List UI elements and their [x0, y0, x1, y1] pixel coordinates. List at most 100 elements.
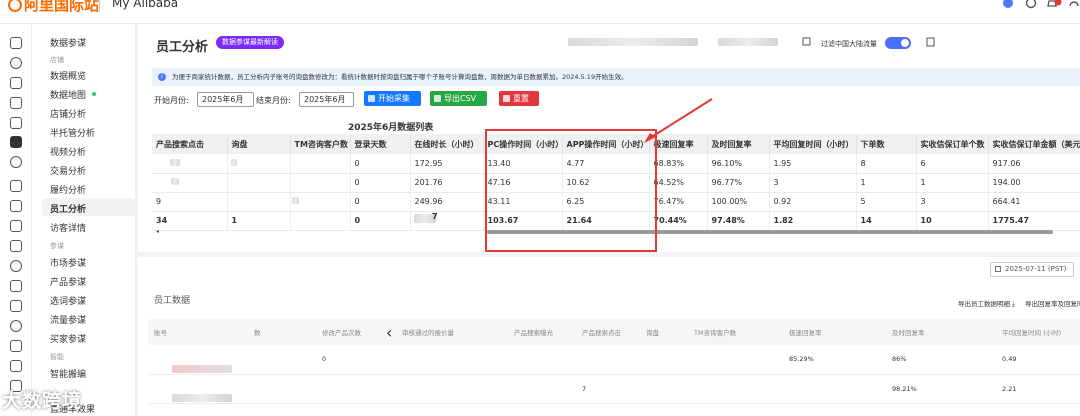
home-icon[interactable]	[10, 37, 22, 49]
finance-icon[interactable]	[10, 300, 22, 312]
menu-item-employee[interactable]: 员工分析	[50, 202, 86, 215]
column-header[interactable]: 数	[248, 319, 316, 345]
column-header[interactable]: TM咨询客户数	[688, 319, 783, 345]
edit-icon[interactable]	[802, 37, 811, 46]
column-header[interactable]: 产品搜索点击	[576, 319, 640, 345]
table-cell: 1	[856, 173, 917, 193]
star-icon[interactable]	[10, 57, 22, 69]
column-header[interactable]: 询盘	[640, 319, 688, 345]
network-icon[interactable]	[10, 260, 22, 272]
column-header[interactable]: 实收信保订单个数	[916, 134, 989, 154]
column-header[interactable]: 产品搜索曝光	[508, 319, 576, 345]
export-detail-link[interactable]: 导出员工数据明细 ⤓	[958, 298, 1015, 309]
filter-toggle[interactable]	[885, 37, 911, 49]
table-cell: 86%	[886, 345, 996, 375]
table-cell: 6	[916, 154, 989, 174]
column-header[interactable]: 产品搜索点击	[152, 134, 228, 154]
alibaba-logo[interactable]: 阿里国际站	[8, 0, 99, 15]
table-cell	[396, 345, 508, 375]
data-chart-icon[interactable]	[10, 136, 22, 148]
column-header[interactable]: 登录天数	[350, 134, 411, 154]
media-icon[interactable]	[10, 180, 22, 192]
button-label: 开始采集	[378, 94, 410, 103]
headset-icon[interactable]	[1068, 0, 1080, 10]
promo-badge[interactable]: 数据参谋最新解读	[216, 36, 284, 49]
menu-item-buyer[interactable]: 买家参谋	[50, 332, 86, 345]
document-icon[interactable]	[926, 37, 935, 47]
column-header[interactable]: 账号	[148, 319, 248, 345]
start-month-select[interactable]: 2025年6月	[197, 92, 254, 107]
table-cell: 917.06	[988, 154, 1080, 174]
calendar-icon[interactable]	[10, 97, 22, 109]
redacted-account	[172, 365, 232, 373]
date-range-text: 2025-07-11 (PST)	[1005, 265, 1067, 273]
column-header[interactable]: 极速回复率	[783, 319, 886, 345]
column-header[interactable]: 及时回复率	[707, 134, 770, 154]
table-cell	[640, 345, 688, 375]
menu-item-trade[interactable]: 交易分析	[50, 164, 86, 177]
menu-item-data-advisor[interactable]: 数据参谋	[50, 36, 86, 49]
order-icon[interactable]	[10, 220, 22, 232]
menu-item-data-map[interactable]: 数据地图	[50, 88, 97, 101]
start-collect-button[interactable]: 开始采集	[364, 91, 421, 106]
table-body: 0 85.29% 86% 0.49 7 98.21% 2.21	[148, 345, 1080, 404]
menu-item-keyword[interactable]: 选词参谋	[50, 294, 86, 307]
employee-data-panel: 2025-07-11 (PST) 员工数据 导出员工数据明细 ⤓ 导出回复率及回…	[138, 257, 1080, 416]
globe-icon[interactable]	[1002, 0, 1014, 10]
section-title[interactable]: My Alibaba	[112, 0, 178, 10]
menu-item-smart-edit[interactable]: 智能搬编	[50, 367, 86, 380]
menu-item-store-analysis[interactable]: 店铺分析	[50, 107, 86, 120]
calendar-icon	[995, 266, 1001, 272]
table-cell	[248, 374, 316, 404]
date-range-picker[interactable]: 2025-07-11 (PST)	[990, 262, 1074, 277]
export-rate-link[interactable]: 导出回复率及回复时间明细	[1025, 298, 1080, 308]
help-icon[interactable]	[1025, 0, 1037, 10]
store-icon[interactable]	[10, 77, 22, 89]
column-header[interactable]: 及时回复率	[886, 319, 996, 345]
logistics-icon[interactable]	[10, 280, 22, 292]
menu-item-market[interactable]: 市场参谋	[50, 256, 86, 269]
table-cell: 70.44%	[649, 211, 708, 231]
table-cell: 7	[576, 374, 640, 404]
column-header[interactable]: 平均回复时间 (小时)	[996, 319, 1080, 345]
sidebar-menu: 数据参谋 店铺 数据概览 数据地图 店铺分析 半托管分析 视频分析 交易分析 履…	[32, 24, 158, 416]
column-header[interactable]: 询盘	[227, 134, 291, 154]
menu-item-visitor[interactable]: 访客详情	[50, 221, 86, 234]
column-header[interactable]: 审核通过的报价量	[396, 319, 508, 345]
table-cell	[152, 154, 228, 174]
column-header[interactable]: 实收信保订单金额（美元）	[988, 134, 1080, 154]
tools-icon[interactable]	[10, 340, 22, 352]
table-cell	[783, 374, 886, 404]
menu-item-traffic[interactable]: 流量参谋	[50, 313, 86, 326]
redacted-account	[568, 38, 698, 46]
column-header[interactable]: 修改产品次数	[316, 319, 396, 345]
table-cell: 194.00	[988, 173, 1080, 193]
menu-item-semi-managed[interactable]: 半托管分析	[50, 126, 95, 139]
clipboard-icon[interactable]	[10, 240, 22, 252]
message-icon[interactable]	[10, 200, 22, 212]
table-cell: 10	[916, 211, 989, 231]
shield-icon[interactable]	[10, 320, 22, 332]
menu-header-store: 店铺	[50, 56, 64, 64]
menu-item-product[interactable]: 产品参谋	[50, 275, 86, 288]
column-header[interactable]: 下单数	[856, 134, 917, 154]
column-header[interactable]: TM咨询客户数	[290, 134, 351, 154]
reset-button[interactable]: 重置	[499, 91, 539, 106]
menu-item-video[interactable]: 视频分析	[50, 145, 86, 158]
table-cell: 98.21%	[886, 374, 996, 404]
table-cell	[248, 345, 316, 375]
table-cell	[508, 345, 576, 375]
marketing-icon[interactable]	[10, 156, 22, 168]
column-header[interactable]: 平均回复时间（小时）	[769, 134, 857, 154]
menu-item-overview[interactable]: 数据概览	[50, 69, 86, 82]
table-cell: 0	[350, 173, 411, 193]
collapse-arrow-icon[interactable]: ‹	[386, 323, 392, 342]
scroll-left-icon[interactable]: ◂	[156, 228, 159, 235]
spark-icon[interactable]	[10, 360, 22, 372]
column-header[interactable]: 极速回复率	[649, 134, 708, 154]
end-month-select[interactable]: 2025年6月	[299, 92, 354, 107]
export-csv-button[interactable]: 导出CSV	[430, 91, 487, 106]
column-header[interactable]: 在线时长（小时）	[410, 134, 484, 154]
menu-item-fulfillment[interactable]: 履约分析	[50, 183, 86, 196]
product-icon[interactable]	[10, 117, 22, 129]
